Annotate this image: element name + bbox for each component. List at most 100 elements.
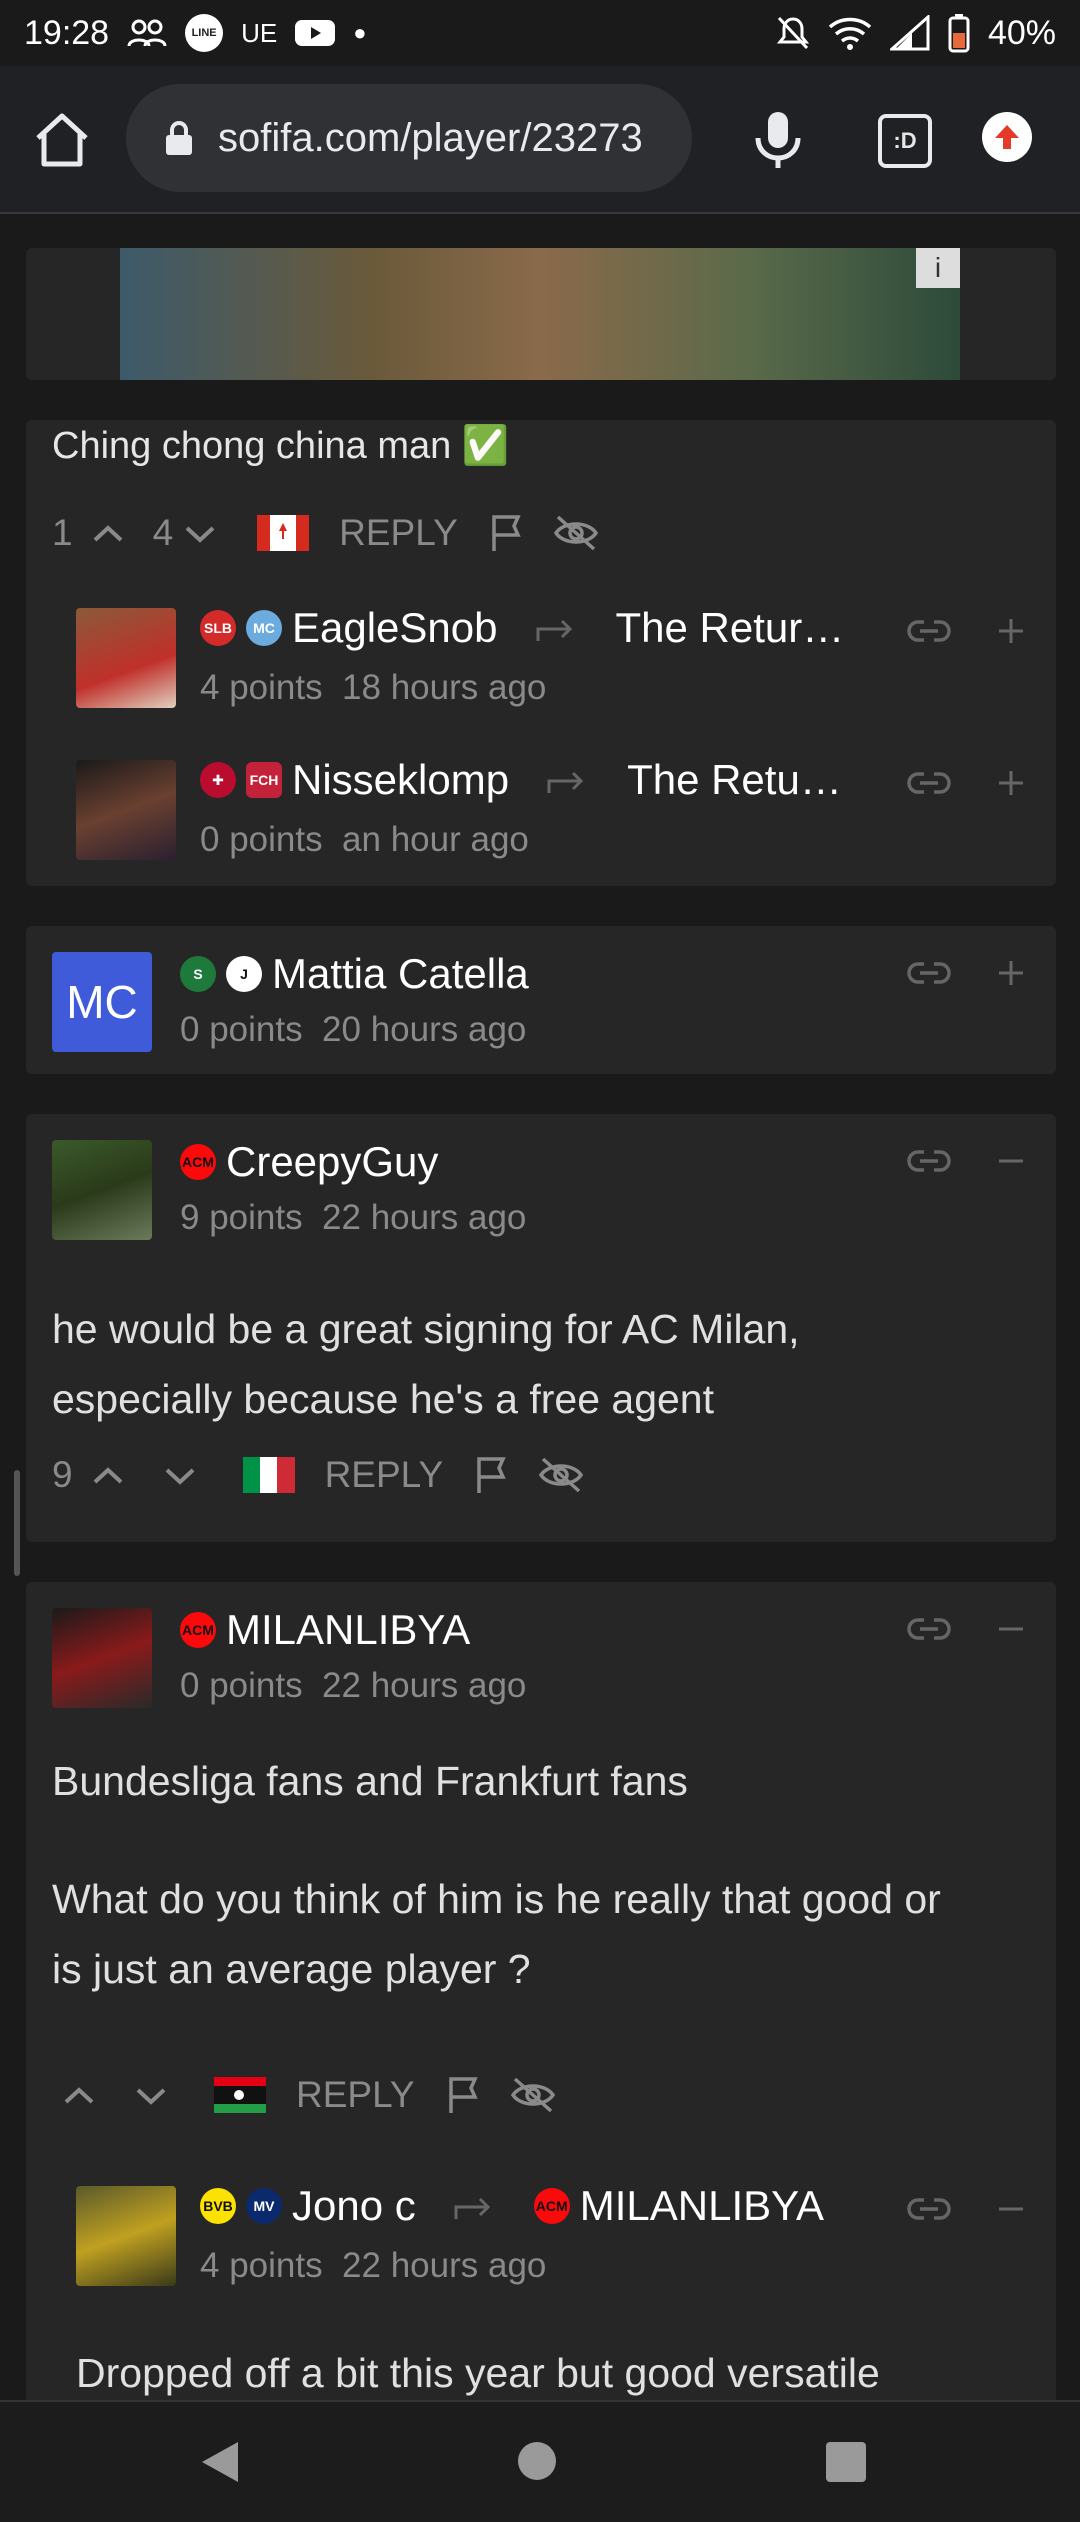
hide-icon[interactable]	[552, 513, 600, 553]
comment-tools	[906, 2194, 1026, 2224]
expand-plus-icon[interactable]	[996, 616, 1026, 646]
reply-target[interactable]: MILANLIBYA	[580, 2182, 824, 2230]
upvote-icon[interactable]	[81, 518, 135, 548]
wifi-icon	[828, 17, 872, 50]
link-icon[interactable]	[906, 1146, 952, 1176]
upvote-icon[interactable]	[81, 1460, 135, 1490]
upvote-count: 9	[52, 1454, 73, 1495]
comment-body: Bundesliga fans and Frankfurt fans What …	[52, 1746, 941, 2004]
comment-header: ACM MILANLIBYA	[180, 1606, 470, 1654]
timestamp: 22 hours ago	[322, 1198, 527, 1237]
tab-switcher-icon: :D	[893, 128, 917, 153]
hide-icon[interactable]	[537, 1455, 585, 1495]
comment-actions: 9 REPLY	[52, 1454, 585, 1496]
ue-text: UE	[241, 17, 278, 48]
mic-icon[interactable]	[748, 108, 808, 172]
arrow-up-icon	[995, 125, 1019, 149]
ad-banner[interactable]: i	[120, 248, 960, 380]
comment-tools	[906, 1146, 1026, 1176]
comment-body: he would be a great signing for AC Milan…	[52, 1294, 800, 1434]
link-icon[interactable]	[906, 958, 952, 988]
comment-header: ✚ FCH Nisseklomp The Retu…	[200, 756, 842, 804]
ac-milan-badge-icon: ACM	[180, 1612, 216, 1648]
url-text: sofifa.com/player/23273	[218, 115, 643, 160]
collapse-minus-icon[interactable]	[996, 1614, 1026, 1644]
username[interactable]: Jono c	[292, 2182, 416, 2230]
recents-icon[interactable]	[826, 2442, 866, 2482]
reply-button[interactable]: REPLY	[296, 2074, 415, 2116]
italy-flag-icon	[242, 1457, 295, 1493]
upvote-icon[interactable]	[52, 2080, 106, 2110]
comment-meta: 0 points 22 hours ago	[180, 1666, 526, 1706]
avatar[interactable]	[76, 760, 176, 860]
comment-header: S J Mattia Catella	[180, 950, 529, 998]
home-circle-icon[interactable]	[516, 2440, 558, 2482]
browser-toolbar: sofifa.com/player/23273 :D	[0, 66, 1080, 214]
timestamp: 18 hours ago	[342, 668, 547, 707]
comment-card: ACM MILANLIBYA 0 points 22 hours ago Bun…	[26, 1582, 1056, 2400]
flag-report-icon[interactable]	[486, 513, 526, 553]
username[interactable]: EagleSnob	[292, 604, 498, 652]
comments-area: i Ching chong china man ✅ 1 4 REPLY SLB …	[0, 212, 1080, 2400]
username[interactable]: Mattia Catella	[272, 950, 529, 998]
youtube-icon	[295, 20, 336, 46]
link-icon[interactable]	[906, 616, 952, 646]
battery-icon	[948, 14, 970, 53]
link-icon[interactable]	[906, 768, 952, 798]
address-bar[interactable]: sofifa.com/player/23273	[126, 84, 692, 192]
back-icon[interactable]	[198, 2438, 242, 2486]
scrollbar[interactable]	[14, 1470, 20, 1576]
avatar[interactable]	[52, 1608, 152, 1708]
downvote-icon[interactable]	[153, 1460, 207, 1490]
timestamp: 20 hours ago	[322, 1010, 527, 1049]
ad-info-icon[interactable]: i	[916, 248, 960, 288]
hide-icon[interactable]	[509, 2075, 557, 2115]
username[interactable]: Nisseklomp	[292, 756, 509, 804]
expand-plus-icon[interactable]	[996, 958, 1026, 988]
tab-switcher-button[interactable]: :D	[878, 114, 932, 168]
comment-line: What do you think of him is he really th…	[52, 1876, 941, 1922]
line-app-icon: LINE	[185, 14, 224, 52]
flag-report-icon[interactable]	[443, 2075, 483, 2115]
comment-header: BVB MV Jono c ACM MILANLIBYA	[200, 2182, 824, 2230]
avatar[interactable]	[76, 2186, 176, 2286]
lock-icon	[166, 121, 192, 155]
comment-header: ACM CreepyGuy	[180, 1138, 438, 1186]
reply-target[interactable]: The Retur…	[616, 604, 845, 652]
comment-body: Dropped off a bit this year but good ver…	[76, 2338, 880, 2400]
reply-arrow-icon	[547, 771, 584, 793]
comment-line: especially because he's a free agent	[52, 1376, 714, 1422]
downvote-count: 4	[152, 512, 174, 553]
link-icon[interactable]	[906, 2194, 952, 2224]
reply-arrow-icon	[536, 619, 572, 641]
flag-report-icon[interactable]	[471, 1455, 511, 1495]
reply-button[interactable]: REPLY	[325, 1454, 444, 1496]
collapse-minus-icon[interactable]	[996, 1146, 1026, 1176]
username[interactable]: CreepyGuy	[226, 1138, 438, 1186]
link-icon[interactable]	[906, 1614, 952, 1644]
people-icon	[127, 19, 167, 47]
username[interactable]: MILANLIBYA	[226, 1606, 470, 1654]
avatar[interactable]: MC	[52, 952, 152, 1052]
melbourne-victory-badge-icon: MV	[246, 2188, 282, 2224]
points: 0 points	[180, 1010, 303, 1049]
downvote-icon[interactable]	[124, 2080, 178, 2110]
points: 0 points	[200, 820, 323, 859]
comment-line: Dropped off a bit this year but good ver…	[76, 2350, 880, 2396]
avatar[interactable]	[76, 608, 176, 708]
status-time: 19:28	[24, 13, 110, 52]
reply-button[interactable]: REPLY	[339, 512, 458, 554]
home-icon[interactable]	[30, 108, 94, 172]
comment-meta: 4 points 22 hours ago	[200, 2246, 546, 2286]
reply-target[interactable]: The Retu…	[627, 756, 842, 804]
comment-tools	[906, 616, 1026, 646]
ac-milan-badge-icon: ACM	[180, 1144, 216, 1180]
update-button[interactable]	[982, 112, 1032, 162]
expand-plus-icon[interactable]	[996, 768, 1026, 798]
system-nav-bar	[0, 2400, 1080, 2522]
avatar[interactable]	[52, 1140, 152, 1240]
downvote-icon[interactable]	[173, 518, 227, 548]
libya-flag-icon	[214, 2077, 266, 2113]
collapse-minus-icon[interactable]	[996, 2194, 1026, 2224]
comment-meta: 4 points 18 hours ago	[200, 668, 546, 708]
